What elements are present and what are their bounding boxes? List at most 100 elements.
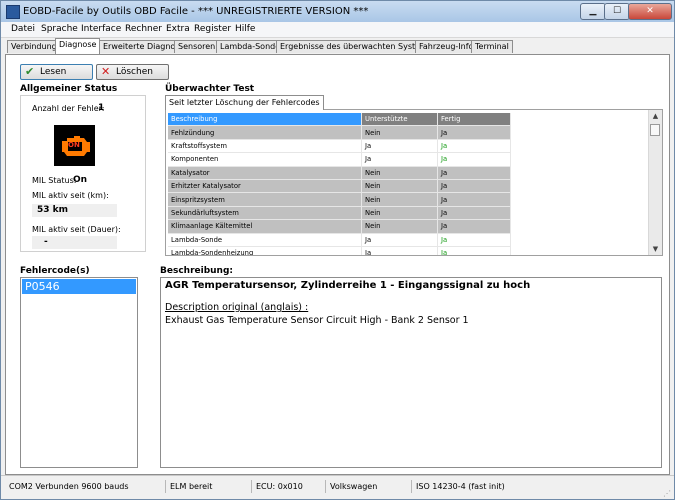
original-description: Exhaust Gas Temperature Sensor Circuit H… <box>165 315 469 326</box>
fault-count: 1 <box>98 103 105 113</box>
table-scrollbar[interactable]: ▲ ▼ <box>648 110 662 255</box>
test-name: Katalysator <box>168 166 362 180</box>
mil-duration-label: MIL aktiv seit (Dauer): <box>32 225 121 234</box>
maximize-icon: ☐ <box>612 6 622 16</box>
menu-sprache[interactable]: Sprache <box>41 24 78 34</box>
app-logo-icon <box>6 5 20 19</box>
status-connection: COM2 Verbunden 9600 bauds <box>9 482 129 491</box>
monitored-tests-table: Beschreibung Unterstützte Fertig Fehlzün… <box>165 109 663 256</box>
scroll-thumb[interactable] <box>650 124 660 136</box>
resize-grip-icon[interactable]: ⋰ <box>663 489 673 499</box>
menu-interface[interactable]: Interface <box>81 24 121 34</box>
test-supported: Nein <box>361 206 438 221</box>
table-row[interactable]: Klimaanlage Kältemittel Nein Ja <box>168 219 511 234</box>
menu-bar: Datei Sprache Interface Rechner Extra Re… <box>1 22 674 38</box>
test-ready: Ja <box>437 179 511 194</box>
tab-terminal[interactable]: Terminal <box>471 40 513 53</box>
status-ecu: ECU: 0x010 <box>251 480 303 493</box>
test-ready: Ja <box>437 219 511 234</box>
check-icon: ✔ <box>25 65 35 78</box>
codes-heading: Fehlercode(s) <box>20 266 90 276</box>
fault-count-label: Anzahl der Fehler: <box>32 104 105 113</box>
test-ready: Ja <box>437 152 511 167</box>
test-ready: Ja <box>437 206 511 221</box>
read-button-label: Lesen <box>40 67 67 77</box>
table-row[interactable]: Sekundärluftsystem Nein Ja <box>168 206 511 221</box>
tab-fahrzeug-info[interactable]: Fahrzeug-Info <box>415 40 478 53</box>
test-supported: Ja <box>361 246 438 255</box>
menu-datei[interactable]: Datei <box>11 24 35 34</box>
test-name: Klimaanlage Kältemittel <box>168 219 362 234</box>
app-window: EOBD-Facile by Outils OBD Facile - *** U… <box>0 0 675 500</box>
delete-button-label: Löschen <box>116 67 153 77</box>
mil-status-label: MIL Status: <box>32 176 77 185</box>
test-supported: Ja <box>361 233 438 247</box>
test-name: Erhitzter Katalysator <box>168 179 362 194</box>
menu-rechner[interactable]: Rechner <box>125 24 162 34</box>
minimize-button[interactable]: ▁ <box>580 3 606 20</box>
menu-register[interactable]: Register <box>194 24 231 34</box>
test-name: Lambda-Sonde <box>168 233 362 247</box>
delete-button[interactable]: ✕ Löschen <box>96 64 169 80</box>
mil-status-value: On <box>73 175 88 185</box>
test-name: Kraftstoffsystem <box>168 139 362 154</box>
tests-grid: Beschreibung Unterstützte Fertig Fehlzün… <box>168 113 511 255</box>
menu-hilfe[interactable]: Hilfe <box>235 24 255 34</box>
status-heading: Allgemeiner Status <box>20 84 118 94</box>
description-heading: Beschreibung: <box>160 266 233 276</box>
tab-sensoren[interactable]: Sensoren <box>174 40 220 53</box>
mil-km-value: 53 km <box>32 204 117 217</box>
title-bar: EOBD-Facile by Outils OBD Facile - *** U… <box>1 1 674 23</box>
maximize-button[interactable]: ☐ <box>604 3 630 20</box>
list-item[interactable]: P0546 <box>22 279 136 294</box>
fault-codes-list[interactable]: P0546 <box>20 277 138 468</box>
test-ready: Ja <box>437 246 511 255</box>
table-row[interactable]: Katalysator Nein Ja <box>168 166 511 180</box>
scroll-down-icon[interactable]: ▼ <box>649 243 662 255</box>
tab-ergebnisse[interactable]: Ergebnisse des überwachten Systems <box>276 40 437 53</box>
test-ready: Ja <box>437 125 511 140</box>
table-row[interactable]: Lambda-Sonde Ja Ja <box>168 233 511 247</box>
table-row[interactable]: Erhitzter Katalysator Nein Ja <box>168 179 511 194</box>
monitored-heading: Überwachter Test <box>165 84 255 94</box>
test-supported: Ja <box>361 139 438 154</box>
tab-lambda-sonde[interactable]: Lambda-Sonde <box>216 40 285 53</box>
status-vehicle: Volkswagen <box>325 480 377 493</box>
description-title: AGR Temperatursensor, Zylinderreihe 1 - … <box>165 280 531 291</box>
status-bar: COM2 Verbunden 9600 bauds ELM bereit ECU… <box>1 475 674 499</box>
read-button[interactable]: ✔ Lesen <box>20 64 93 80</box>
table-row[interactable]: Komponenten Ja Ja <box>168 152 511 167</box>
test-supported: Nein <box>361 192 438 207</box>
minimize-icon: ▁ <box>589 6 597 16</box>
test-name: Komponenten <box>168 152 362 167</box>
test-name: Einspritzsystem <box>168 192 362 207</box>
test-name: Lambda-Sondenheizung <box>168 246 362 255</box>
column-header[interactable]: Unterstützte <box>361 113 438 127</box>
column-header[interactable]: Fertig <box>437 113 511 127</box>
tab-since-last-clear[interactable]: Seit letzter Löschung der Fehlercodes <box>165 95 324 110</box>
table-header: Beschreibung Unterstützte Fertig <box>168 113 511 127</box>
table-row[interactable]: Fehlzündung Nein Ja <box>168 125 511 140</box>
close-icon: ✕ <box>646 6 654 16</box>
test-supported: Nein <box>361 125 438 140</box>
column-header[interactable]: Beschreibung <box>168 113 362 127</box>
main-tabs: Verbindung Diagnose Erweiterte Diagnose … <box>1 38 674 54</box>
table-row[interactable]: Einspritzsystem Nein Ja <box>168 192 511 207</box>
table-row[interactable]: Lambda-Sondenheizung Ja Ja <box>168 246 511 255</box>
status-elm: ELM bereit <box>165 480 212 493</box>
engine-icon-text: ON <box>68 141 80 149</box>
diagnose-panel: ✔ Lesen ✕ Löschen Allgemeiner Status Anz… <box>5 54 670 475</box>
menu-extra[interactable]: Extra <box>166 24 190 34</box>
description-box: AGR Temperatursensor, Zylinderreihe 1 - … <box>160 277 662 468</box>
test-ready: Ja <box>437 139 511 154</box>
status-protocol: ISO 14230-4 (fast init) <box>411 480 505 493</box>
window-title: EOBD-Facile by Outils OBD Facile - *** U… <box>23 6 369 17</box>
test-supported: Nein <box>361 179 438 194</box>
tab-diagnose[interactable]: Diagnose <box>55 38 101 54</box>
close-button[interactable]: ✕ <box>628 3 672 20</box>
scroll-up-icon[interactable]: ▲ <box>649 110 662 122</box>
status-panel: Anzahl der Fehler: 1 ON MIL Status: On M… <box>20 95 146 252</box>
table-row[interactable]: Kraftstoffsystem Ja Ja <box>168 139 511 154</box>
tab-verbindung[interactable]: Verbindung <box>7 40 61 53</box>
cross-icon: ✕ <box>101 65 111 78</box>
